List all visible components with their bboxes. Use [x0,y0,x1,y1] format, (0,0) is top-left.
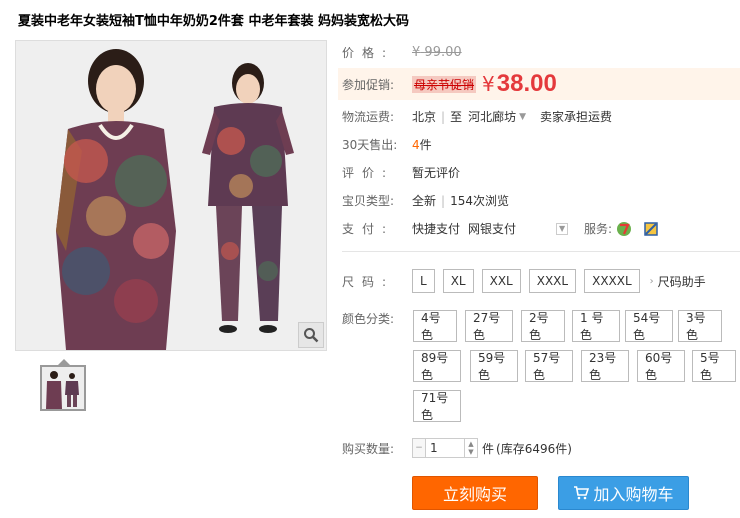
color-options-grid: 4号色 27号色 2号色 1 号色 54号色 3号色 89号色 59号色 57号… [413,310,739,422]
color-option[interactable]: 1 号色 [572,310,620,342]
promo-currency: ¥ [482,72,495,96]
quantity-stepper[interactable]: − ▲ ▼ [412,438,478,458]
price-label: 价格: [342,46,395,60]
color-option[interactable]: 2号色 [521,310,565,342]
item-condition: 全新 [412,194,437,208]
size-helper-link[interactable]: 尺码助手 [658,273,706,290]
quantity-arrows[interactable]: ▲ ▼ [465,440,477,456]
payment-row: 支付: 快捷支付 网银支付 ▼ 服务: [342,220,658,237]
color-option[interactable]: 60号色 [637,350,685,382]
color-row: 颜色分类: [342,310,412,327]
item-type-row: 宝贝类型: 全新 | 154次浏览 [342,192,509,209]
sales-count: 4 [412,137,420,152]
chevron-right-icon: › [649,275,654,287]
payment-dropdown-icon[interactable]: ▼ [556,222,569,235]
item-views: 154次浏览 [450,194,509,208]
price-row: 价格: ¥ 99.00 [342,44,462,61]
review-row: 评价: 暂无评价 [342,164,460,181]
product-thumbnail[interactable] [40,365,86,411]
product-photo [16,41,326,350]
size-row: 尺码: L XL XXL XXXL XXXXL › 尺码助手 [342,269,706,293]
sales-row: 30天售出: 4 件 [342,136,432,153]
shipping-to-prefix: 至 [450,110,463,124]
decrement-icon[interactable]: ▼ [468,448,473,456]
quantity-unit: 件 [482,441,495,456]
promo-label: 参加促销: [342,77,395,92]
color-option[interactable]: 89号色 [413,350,461,382]
item-type-sep: | [441,193,446,208]
review-label: 评价: [342,166,395,180]
shipping-destination[interactable]: 河北廊坊 [468,108,516,125]
shipping-sep: | [441,109,446,124]
size-option-xxl[interactable]: XXL [481,269,521,293]
promo-tag: 母亲节促销 [412,75,477,93]
add-to-cart-label: 加入购物车 [593,485,674,504]
color-option[interactable]: 59号色 [470,350,518,382]
item-type-label: 宝贝类型: [342,194,395,208]
increment-icon[interactable]: ▲ [468,440,473,448]
size-label: 尺码: [342,274,395,289]
thumbnail-photo [42,367,84,409]
section-divider [342,251,740,252]
quantity-row: 购买数量: − ▲ ▼ 件 (库存6496件) [342,438,572,458]
shipping-label: 物流运费: [342,110,395,124]
quantity-label: 购买数量: [342,441,395,456]
payment-method-bank: 网银支付 [468,222,517,236]
sales-unit: 件 [419,138,432,152]
quantity-input[interactable] [425,439,465,457]
promo-row: 参加促销: 母亲节促销 ¥ 38.00 [342,70,557,98]
payment-method-quick: 快捷支付 [412,222,461,236]
color-option[interactable]: 23号色 [581,350,629,382]
color-label: 颜色分类: [342,312,395,326]
seven-day-return-icon[interactable] [616,221,632,237]
size-option-xxxxl[interactable]: XXXXL [584,269,640,293]
payment-label: 支付: [342,222,395,236]
color-option[interactable]: 5号色 [692,350,736,382]
size-option-xxxl[interactable]: XXXL [528,269,577,293]
shipping-from: 北京 [412,110,437,124]
stock-count: (库存6496件) [496,441,572,456]
chevron-down-icon[interactable]: ▼ [519,112,526,122]
add-to-cart-button[interactable]: 加入购物车 [558,476,689,510]
shipping-fee: 卖家承担运费 [540,110,613,124]
color-option[interactable]: 4号色 [413,310,457,342]
original-price: ¥ 99.00 [412,45,462,60]
service-label: 服务: [584,222,613,236]
promo-price: 38.00 [496,70,557,97]
main-product-image[interactable] [15,40,327,351]
product-title: 夏装中老年女装短袖T恤中年奶奶2件套 中老年套装 妈妈装宽松大码 [18,14,409,29]
review-value: 暂无评价 [412,166,461,180]
buy-now-button[interactable]: 立刻购买 [412,476,538,510]
color-option[interactable]: 3号色 [678,310,722,342]
color-option[interactable]: 27号色 [465,310,513,342]
color-option[interactable]: 57号色 [525,350,573,382]
magnifier-icon [304,328,319,343]
sales-label: 30天售出: [342,138,398,152]
guarantee-icon[interactable] [644,221,658,236]
size-option-xl[interactable]: XL [442,269,474,293]
color-option[interactable]: 54号色 [625,310,673,342]
size-option-l[interactable]: L [412,269,435,293]
minus-icon[interactable]: − [413,439,425,457]
cart-icon [574,486,590,500]
zoom-button[interactable] [298,322,324,348]
shipping-row: 物流运费: 北京 | 至 河北廊坊 ▼ 卖家承担运费 [342,108,612,125]
color-option[interactable]: 71号色 [413,390,461,422]
